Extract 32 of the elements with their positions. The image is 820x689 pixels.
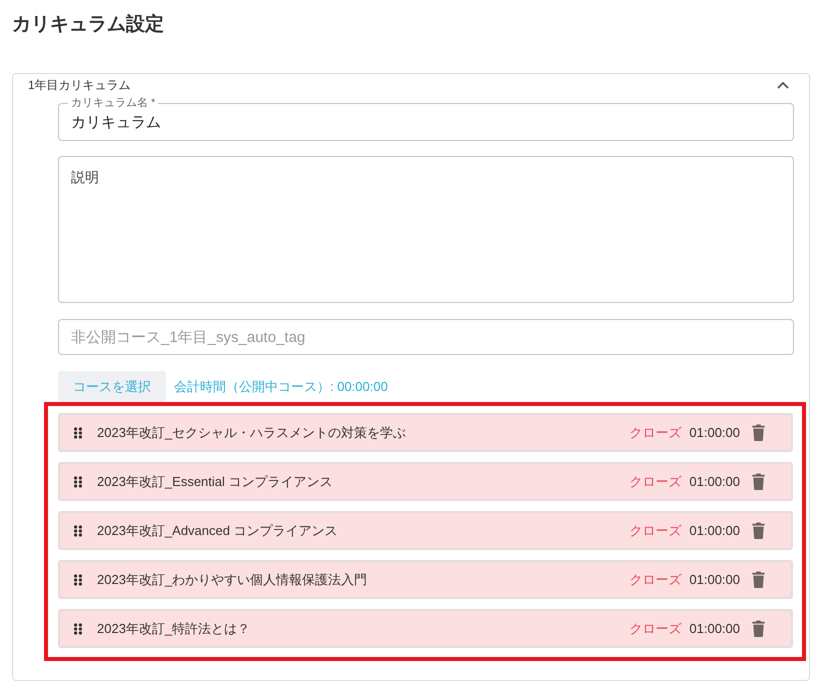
accordion-title: 1年目カリキュラム [28, 77, 131, 94]
course-duration: 01:00:00 [689, 424, 740, 442]
page-title: カリキュラム設定 [12, 12, 165, 37]
course-status: クローズ [629, 620, 682, 638]
course-title: 2023年改訂_Essential コンプライアンス [97, 472, 334, 491]
course-duration: 01:00:00 [689, 620, 740, 638]
drag-handle-icon[interactable] [74, 524, 82, 536]
chevron-up-icon[interactable] [777, 81, 789, 89]
course-title: 2023年改訂_セクシャル・ハラスメントの対策を学ぶ [97, 424, 408, 442]
drag-handle-icon[interactable] [74, 476, 82, 488]
trash-icon[interactable] [752, 522, 765, 539]
trash-icon[interactable] [752, 620, 765, 637]
drag-handle-icon[interactable] [74, 426, 82, 438]
tag-field[interactable]: 非公開コース_1年目_sys_auto_tag [58, 319, 794, 355]
course-status: クローズ [629, 424, 682, 442]
total-time-text: 会計時間（公開中コース）: 00:00:00 [174, 378, 388, 396]
course-duration: 01:00:00 [689, 570, 740, 589]
course-status: クローズ [629, 570, 682, 589]
drag-handle-icon[interactable] [74, 622, 82, 634]
description-field[interactable]: 説明 [58, 156, 794, 303]
trash-icon[interactable] [752, 424, 765, 441]
trash-icon[interactable] [752, 571, 765, 588]
curriculum-name-field[interactable]: カリキュラム名 * カリキュラム [58, 98, 794, 141]
course-duration: 01:00:00 [689, 522, 740, 540]
trash-icon[interactable] [752, 473, 765, 490]
course-title: 2023年改訂_わかりやすい個人情報保護法入門 [97, 570, 368, 589]
course-duration: 01:00:00 [689, 472, 740, 491]
course-title: 2023年改訂_特許法とは？ [97, 620, 252, 638]
course-title: 2023年改訂_Advanced コンプライアンス [97, 522, 339, 540]
drag-handle-icon[interactable] [74, 574, 82, 586]
course-status: クローズ [629, 472, 682, 491]
course-status: クローズ [629, 522, 682, 540]
